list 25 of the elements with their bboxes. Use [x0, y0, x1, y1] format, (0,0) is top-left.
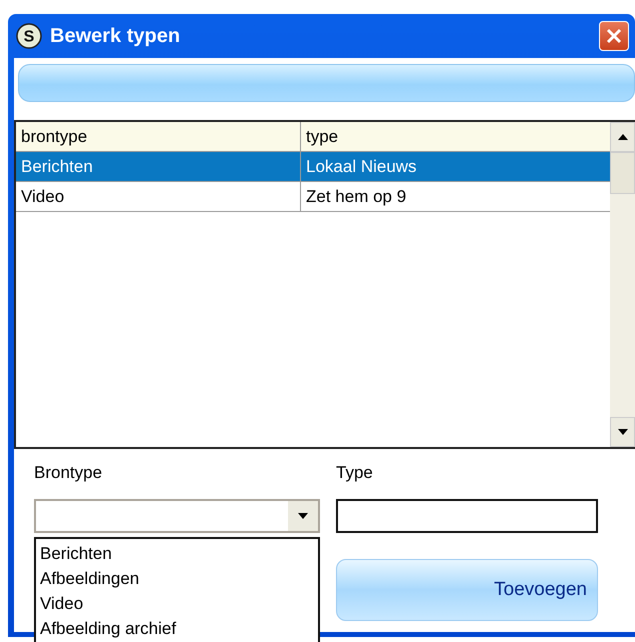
table-cell: Video — [16, 182, 301, 211]
scroll-down-icon[interactable] — [616, 428, 628, 436]
scroll-thumb[interactable] — [610, 152, 635, 194]
table-row[interactable]: Berichten Lokaal Nieuws — [16, 152, 610, 182]
close-button[interactable] — [599, 21, 629, 51]
close-icon — [604, 26, 624, 46]
app-icon: S — [16, 23, 42, 49]
field-label: Type — [336, 463, 374, 484]
table-cell-text: Zet hem op 9 — [305, 186, 408, 208]
dropdown-option[interactable]: Berichten — [40, 541, 314, 566]
column-header[interactable]: brontype — [16, 122, 301, 151]
window-title: Bewerk typen — [50, 24, 182, 48]
add-button[interactable]: Toevoegen — [336, 559, 598, 621]
field-label: Brontype — [34, 463, 104, 484]
dropdown-option[interactable]: Video — [40, 591, 314, 616]
dropdown-option[interactable]: Afbeelding archief — [40, 616, 314, 641]
caret-icon — [297, 512, 309, 520]
column-header[interactable]: type — [301, 122, 610, 151]
table-cell-text: Lokaal Nieuws — [305, 156, 418, 178]
table-cell: Berichten — [16, 152, 301, 181]
scrollbar[interactable] — [610, 122, 635, 447]
scroll-up-icon[interactable] — [616, 133, 628, 141]
type-input[interactable] — [336, 499, 598, 533]
dropdown-option[interactable]: Afbeeldingen — [40, 566, 314, 591]
table-row[interactable]: Video Zet hem op 9 — [16, 182, 610, 212]
